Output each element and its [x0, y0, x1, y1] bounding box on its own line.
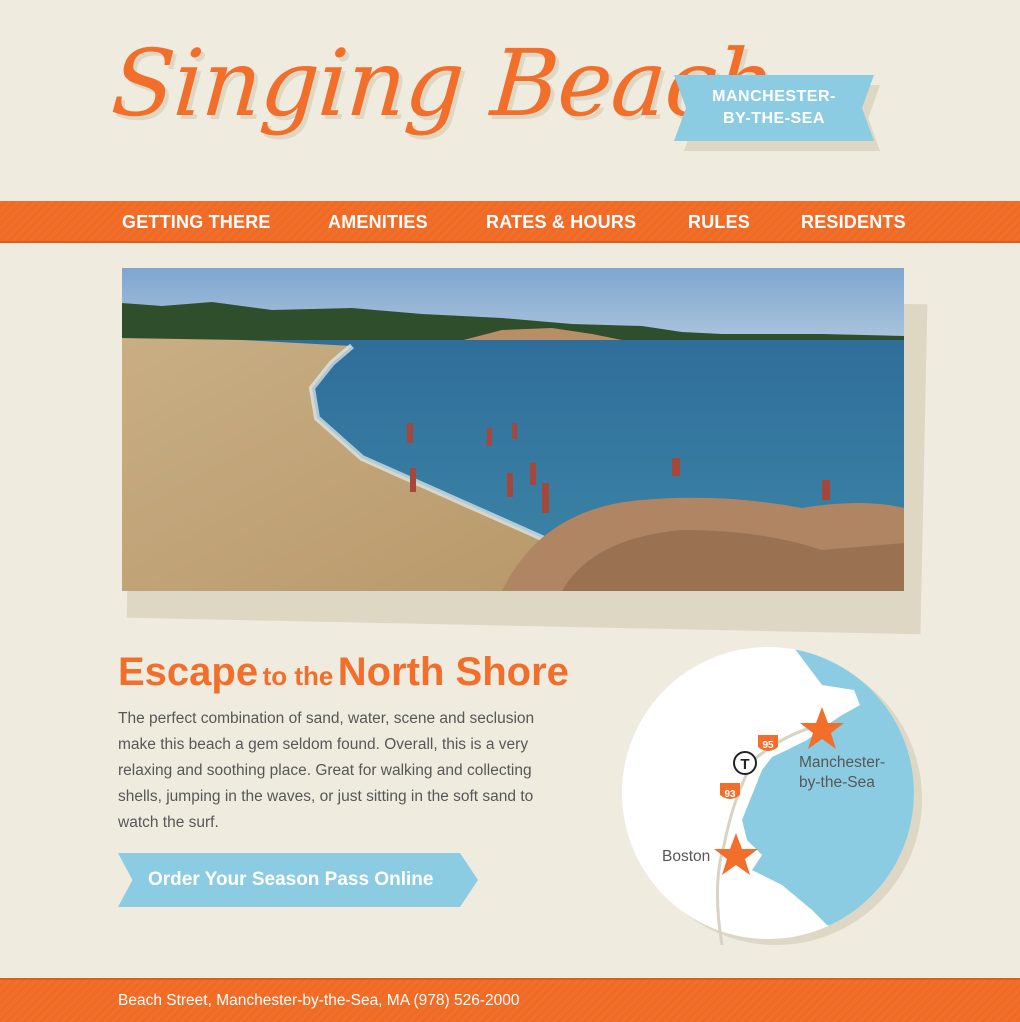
map-illustration: 95 93 T Manchester- by-the-Sea Boston — [622, 647, 922, 946]
beach-photo — [122, 268, 904, 591]
site-footer: Beach Street, Manchester-by-the-Sea, MA … — [0, 978, 1020, 1022]
route-95-shield: 95 — [758, 735, 778, 751]
map-label-manchester-2: by-the-Sea — [799, 774, 875, 791]
site-logo[interactable]: Singing Beach — [108, 30, 778, 137]
beach-photo-illustration — [122, 268, 904, 591]
nav-getting-there[interactable]: GETTING THERE — [122, 201, 271, 241]
nav-rules[interactable]: RULES — [688, 201, 750, 241]
transit-t-icon: T — [733, 751, 757, 775]
footer-address: Beach Street, Manchester-by-the-Sea, MA … — [118, 992, 520, 1009]
headline-escape: Escape — [118, 650, 259, 694]
order-season-pass-button[interactable]: Order Your Season Pass Online — [118, 853, 478, 907]
headline-to-the: to the — [262, 661, 334, 691]
nav-residents[interactable]: RESIDENTS — [801, 201, 906, 241]
location-map: 95 93 T Manchester- by-the-Sea Boston — [622, 645, 922, 946]
main-nav: GETTING THERE AMENITIES RATES & HOURS RU… — [0, 201, 1020, 243]
map-label-boston: Boston — [662, 848, 710, 865]
route-95-label: 95 — [762, 740, 774, 751]
route-93-label: 93 — [724, 789, 736, 800]
nav-rates-hours[interactable]: RATES & HOURS — [486, 201, 636, 241]
section-headline: Escape to the North Shore — [118, 650, 569, 695]
nav-amenities[interactable]: AMENITIES — [328, 201, 428, 241]
location-badge-text: MANCHESTER- BY-THE-SEA — [712, 88, 836, 127]
headline-north-shore: North Shore — [337, 650, 569, 694]
transit-label: T — [740, 756, 749, 773]
map-label-manchester-1: Manchester- — [799, 754, 885, 771]
intro-paragraph: The perfect combination of sand, water, … — [118, 710, 535, 831]
location-badge: MANCHESTER- BY-THE-SEA — [674, 75, 874, 141]
